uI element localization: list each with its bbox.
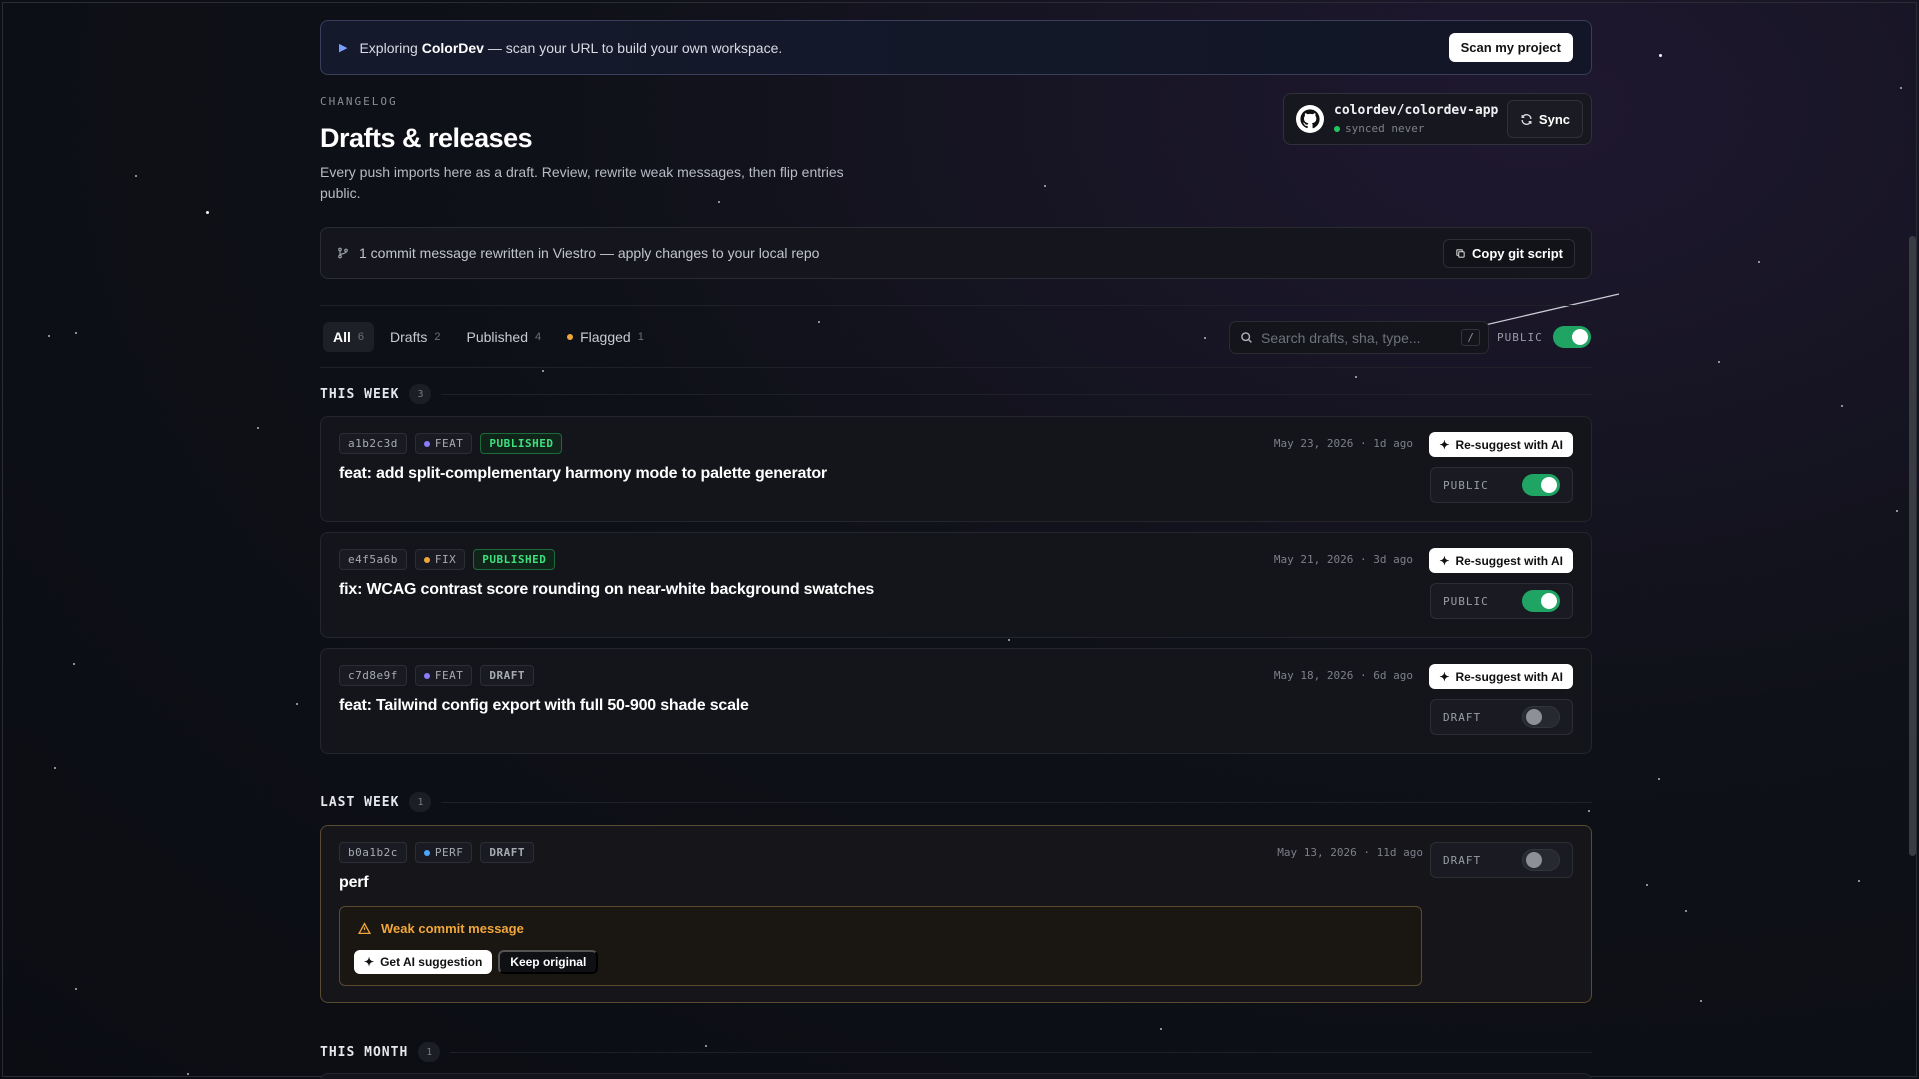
visibility-toggle[interactable] <box>1522 590 1560 612</box>
sparkle-icon: ✦ <box>1439 553 1450 568</box>
banner-brand: ColorDev <box>421 39 484 56</box>
sparkle-icon: ✦ <box>1439 437 1450 452</box>
changelog-entry[interactable]: c7d8e9f FEAT DRAFT feat: Tailwind config… <box>320 648 1592 754</box>
status-badge: DRAFT <box>480 842 534 863</box>
search-box: / <box>1229 321 1489 354</box>
search-icon <box>1241 332 1252 343</box>
status-badge: PUBLISHED <box>480 433 563 454</box>
tab-drafts[interactable]: Drafts 2 <box>380 322 450 352</box>
sha-chip: b0a1b2c <box>339 842 407 863</box>
section-last-week: LAST WEEK 1 <box>320 792 1592 812</box>
resuggest-ai-button[interactable]: ✦ Re-suggest with AI <box>1429 548 1573 573</box>
sha-chip: a1b2c3d <box>339 433 407 454</box>
visibility-toggle[interactable] <box>1522 706 1560 728</box>
type-chip: FEAT <box>414 665 473 686</box>
sha-chip: c7d8e9f <box>339 665 407 686</box>
flag-dot-icon <box>567 334 574 340</box>
rewrite-notice: 1 commit message rewritten in Viestro — … <box>320 227 1592 279</box>
section-this-week: THIS WEEK 3 <box>320 384 1592 404</box>
scan-project-button[interactable]: Scan my project <box>1448 33 1573 62</box>
section-this-month: THIS MONTH 1 <box>320 1042 1592 1062</box>
tab-all[interactable]: All 6 <box>323 322 375 352</box>
notice-text: 1 commit message rewritten in Viestro — … <box>359 245 820 261</box>
global-public-toggle-group: PUBLIC <box>1497 326 1591 348</box>
entry-title: perf <box>339 874 369 891</box>
visibility-control: DRAFT <box>1430 842 1573 878</box>
repo-name: colordev/colordev-app <box>1334 103 1499 118</box>
global-public-label: PUBLIC <box>1497 330 1543 344</box>
entry-date: May 13, 2026 · 11d ago <box>1277 846 1423 859</box>
status-badge: PUBLISHED <box>473 549 556 570</box>
type-chip: FIX <box>414 549 466 570</box>
copy-icon <box>1456 248 1465 258</box>
entry-title: feat: add split-complementary harmony mo… <box>339 465 827 482</box>
visibility-control: PUBLIC <box>1430 583 1573 619</box>
shortcut-hint: / <box>1461 329 1480 346</box>
refresh-icon <box>1521 113 1532 125</box>
resuggest-ai-button[interactable]: ✦ Re-suggest with AI <box>1429 664 1573 689</box>
status-badge: DRAFT <box>480 665 534 686</box>
weak-message-warning: Weak commit message ✦ Get AI suggestion K… <box>339 906 1422 986</box>
sha-chip: e4f5a6b <box>339 549 407 570</box>
changelog-entry[interactable]: a1b2c3d FEAT PUBLISHED feat: add split-c… <box>320 416 1592 522</box>
divider <box>320 305 1592 306</box>
status-dot <box>1334 125 1340 132</box>
git-branch-icon <box>338 247 348 259</box>
scrollbar-thumb[interactable] <box>1909 236 1916 856</box>
warning-icon <box>358 922 371 935</box>
sparkle-icon: ✦ <box>364 955 375 969</box>
get-ai-suggestion-button[interactable]: ✦ Get AI suggestion <box>354 950 493 974</box>
visibility-toggle[interactable] <box>1522 474 1560 496</box>
play-icon: ▶ <box>339 42 348 54</box>
visibility-control: PUBLIC <box>1430 467 1573 503</box>
resuggest-ai-button[interactable]: ✦ Re-suggest with AI <box>1429 432 1573 457</box>
divider <box>320 367 1592 368</box>
entry-date: May 21, 2026 · 3d ago <box>1273 553 1413 566</box>
page-eyebrow: CHANGELOG <box>320 95 398 108</box>
type-chip: FEAT <box>414 433 473 454</box>
filter-tabs: All 6 Drafts 2 Published 4 Flagged 1 <box>323 322 654 352</box>
entry-date: May 23, 2026 · 1d ago <box>1273 437 1413 450</box>
search-input[interactable] <box>1261 329 1462 346</box>
copy-git-script-button[interactable]: Copy git script <box>1442 238 1575 268</box>
entry-title: fix: WCAG contrast score rounding on nea… <box>339 581 875 598</box>
visibility-toggle[interactable] <box>1522 849 1560 871</box>
banner-prefix: Exploring <box>359 39 418 56</box>
explore-banner: ▶ Exploring ColorDev — scan your URL to … <box>320 20 1592 75</box>
github-icon <box>1296 105 1324 133</box>
repo-card: colordev/colordev-app synced never Sync <box>1283 93 1592 145</box>
entry-date: May 18, 2026 · 6d ago <box>1273 669 1413 682</box>
global-public-toggle[interactable] <box>1552 326 1591 348</box>
changelog-entry-flagged[interactable]: b0a1b2c PERF DRAFT perf May 13, 2026 · 1… <box>320 825 1592 1003</box>
page-description: Every push imports here as a draft. Revi… <box>320 164 844 201</box>
page-title: Drafts & releases <box>320 123 533 153</box>
tab-flagged[interactable]: Flagged 1 <box>557 322 654 352</box>
banner-suffix: — scan your URL to build your own worksp… <box>487 39 783 56</box>
sparkle-icon: ✦ <box>1439 669 1450 684</box>
keep-original-button[interactable]: Keep original <box>498 950 599 974</box>
sync-button[interactable]: Sync <box>1506 100 1583 138</box>
repo-sync-status: synced never <box>1334 122 1498 135</box>
changelog-entry[interactable] <box>320 1073 1592 1079</box>
type-chip: PERF <box>414 842 473 863</box>
changelog-entry[interactable]: e4f5a6b FIX PUBLISHED fix: WCAG contrast… <box>320 532 1592 638</box>
visibility-control: DRAFT <box>1430 699 1573 735</box>
tab-published[interactable]: Published 4 <box>456 322 551 352</box>
entry-title: feat: Tailwind config export with full 5… <box>339 697 749 714</box>
